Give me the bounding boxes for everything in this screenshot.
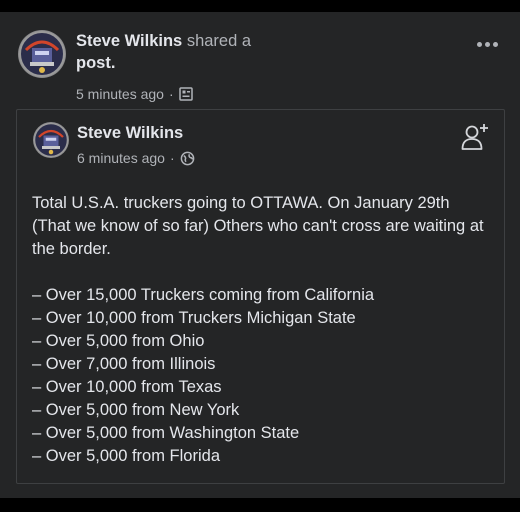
- shared-timestamp[interactable]: 6 minutes ago: [77, 150, 165, 166]
- shared-author-avatar[interactable]: [33, 122, 69, 158]
- shared-post-meta: 6 minutes ago ·: [77, 150, 195, 166]
- list-item: – Over 5,000 from Washington State: [32, 424, 300, 442]
- post-body: Total U.S.A. truckers going to OTTAWA. O…: [32, 192, 492, 468]
- outer-timestamp[interactable]: 5 minutes ago: [76, 86, 164, 102]
- shared-post-link[interactable]: post.: [76, 54, 115, 72]
- author-avatar[interactable]: [18, 30, 66, 78]
- post-card: Steve Wilkins shared a post. 5 minutes a…: [0, 12, 520, 498]
- outer-post-meta: 5 minutes ago ·: [76, 86, 193, 102]
- more-options-icon[interactable]: [477, 42, 498, 47]
- shared-author-name[interactable]: Steve Wilkins: [77, 124, 183, 143]
- globe-icon[interactable]: [180, 151, 195, 166]
- add-friend-icon[interactable]: [460, 122, 490, 152]
- list-item: – Over 10,000 from Truckers Michigan Sta…: [32, 309, 356, 327]
- avatar-image: [19, 31, 65, 77]
- shared-post: Steve Wilkins 6 minutes ago · Total U.S.…: [16, 109, 505, 484]
- list-item: – Over 15,000 Truckers coming from Calif…: [32, 286, 375, 304]
- list-item: – Over 10,000 from Texas: [32, 378, 222, 396]
- author-name[interactable]: Steve Wilkins: [76, 32, 182, 50]
- share-header: Steve Wilkins shared a post.: [76, 30, 456, 74]
- meta-separator: ·: [168, 86, 174, 102]
- list-item: – Over 5,000 from New York: [32, 401, 240, 419]
- avatar-image: [33, 122, 69, 158]
- share-action-text: shared a: [186, 32, 252, 50]
- list-item: – Over 7,000 from Illinois: [32, 355, 216, 373]
- list-item: – Over 5,000 from Ohio: [32, 332, 205, 350]
- list-item: – Over 5,000 from Florida: [32, 447, 220, 465]
- custom-audience-icon[interactable]: [178, 87, 193, 101]
- trucker-count-list: – Over 15,000 Truckers coming from Calif…: [32, 284, 492, 468]
- meta-separator: ·: [169, 150, 175, 166]
- post-intro: Total U.S.A. truckers going to OTTAWA. O…: [32, 194, 484, 258]
